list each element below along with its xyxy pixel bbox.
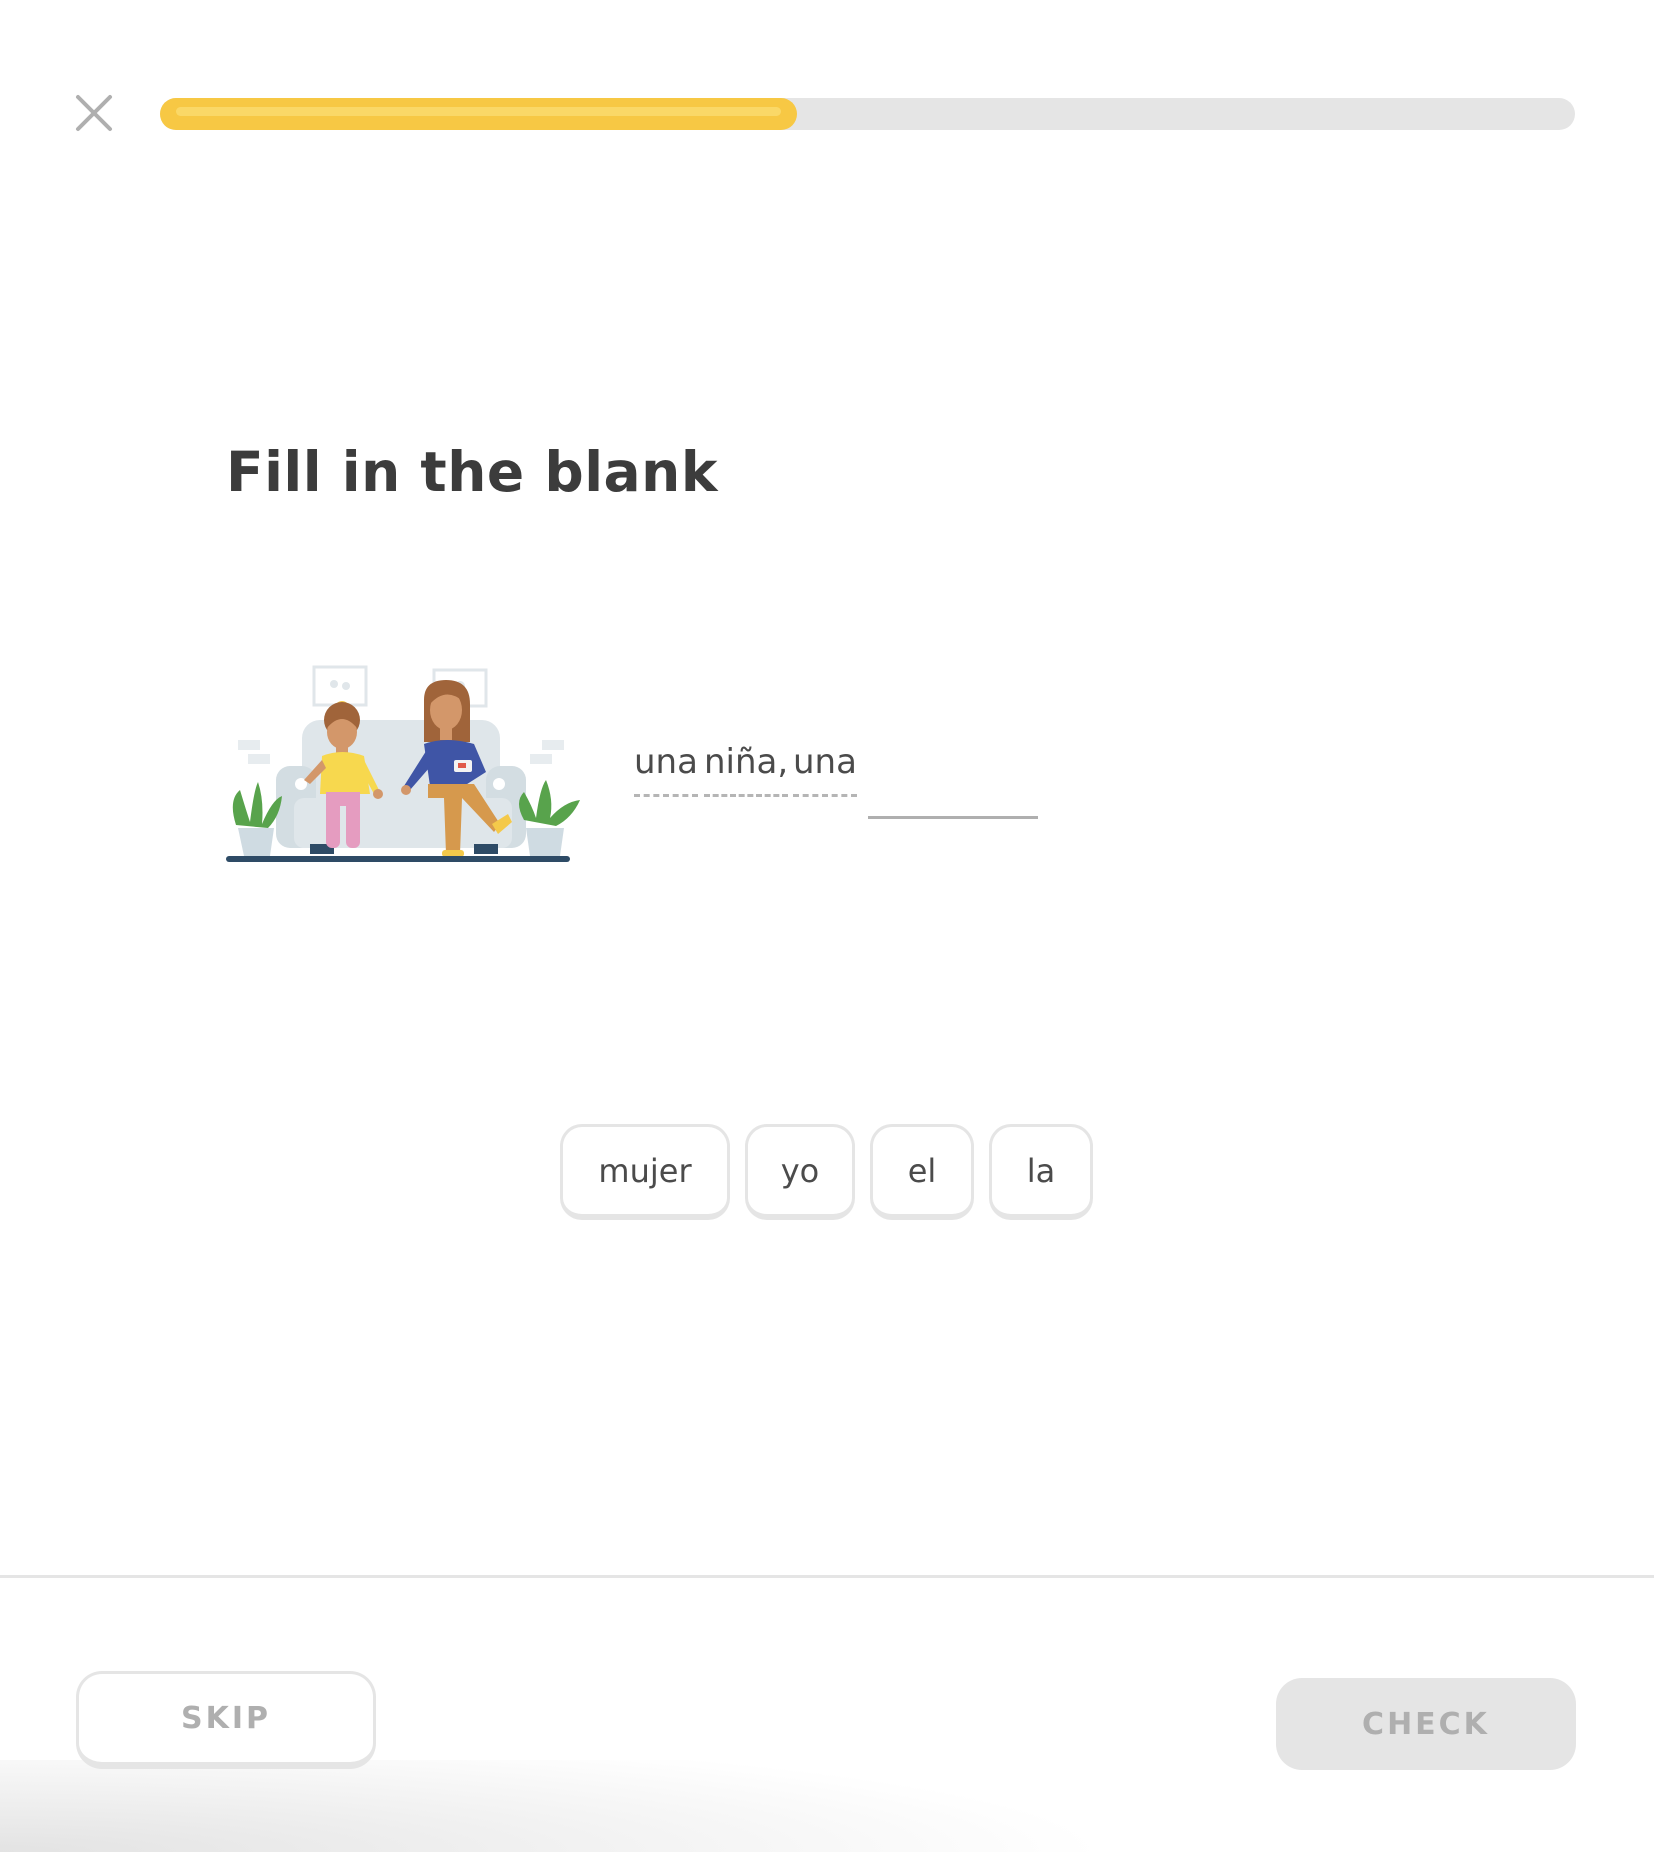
lesson-progress-bar xyxy=(160,98,1575,130)
lesson-progress-fill xyxy=(160,98,797,130)
check-button[interactable]: CHECK xyxy=(1276,1678,1576,1770)
close-button[interactable] xyxy=(70,89,118,137)
close-icon xyxy=(76,95,112,131)
answer-blank[interactable] xyxy=(868,816,1038,819)
word-option-el[interactable]: el xyxy=(870,1124,974,1220)
lesson-screen: Fill in the blank una niña, una mujer yo… xyxy=(0,0,1654,1852)
sentence-word[interactable]: una xyxy=(793,738,857,797)
footer-divider xyxy=(0,1575,1654,1578)
challenge-title: Fill in the blank xyxy=(226,440,718,504)
skip-button[interactable]: SKIP xyxy=(76,1671,376,1769)
family-on-sofa-illustration xyxy=(226,665,580,862)
sentence-word[interactable]: niña, xyxy=(704,738,789,797)
word-option-la[interactable]: la xyxy=(989,1124,1093,1220)
word-option-yo[interactable]: yo xyxy=(745,1124,855,1220)
word-option-mujer[interactable]: mujer xyxy=(560,1124,730,1220)
sentence-word[interactable]: una xyxy=(634,738,698,797)
footer-shadow xyxy=(0,1760,1654,1852)
lesson-progress-highlight xyxy=(176,107,781,116)
